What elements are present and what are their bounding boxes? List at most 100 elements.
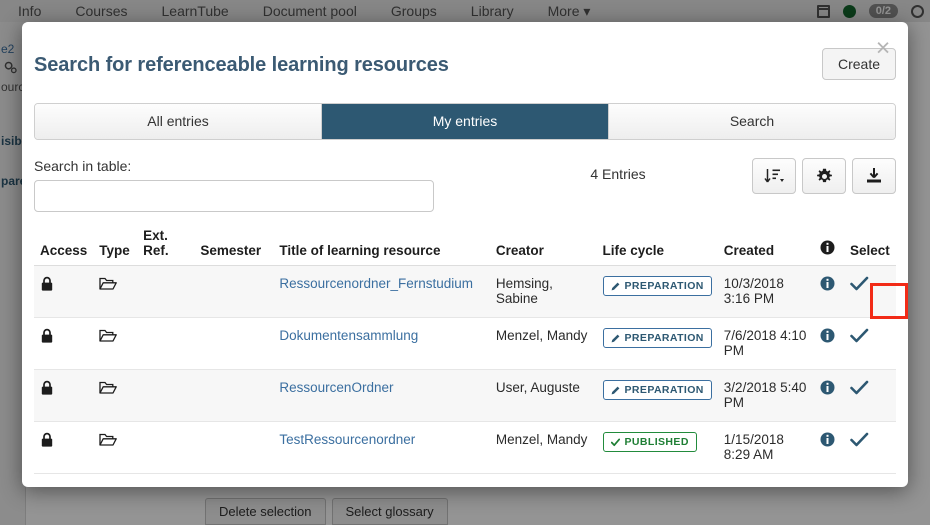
cell-select[interactable] (843, 265, 896, 318)
pencil-icon (611, 282, 619, 290)
info-button[interactable] (820, 432, 835, 450)
column-header-created[interactable]: Created (717, 228, 815, 266)
resource-link[interactable]: TestRessourcenordner (279, 432, 415, 447)
cell-title: RessourcenOrdner (273, 369, 490, 422)
status-badge: PREPARATION (602, 380, 712, 400)
status-badge-label: PREPARATION (624, 332, 704, 344)
lock-icon (41, 328, 53, 343)
folder-open-icon (99, 277, 118, 290)
lock-icon (41, 380, 53, 395)
cell-life-cycle: PREPARATION (596, 265, 718, 318)
column-header-info[interactable] (814, 228, 844, 266)
tab-search[interactable]: Search (609, 104, 895, 139)
cell-title: TestRessourcenordner (273, 421, 490, 474)
column-header-ext-ref[interactable]: Ext. Ref. (137, 228, 195, 266)
info-button[interactable] (820, 380, 835, 398)
cell-ext-ref (137, 265, 195, 318)
sort-button[interactable] (752, 158, 796, 194)
cell-semester (194, 369, 274, 422)
cell-creator: Menzel, Mandy (489, 421, 597, 474)
column-header-title[interactable]: Title of learning resource (273, 228, 490, 266)
select-button[interactable] (850, 276, 869, 295)
cell-title: Dokumentensammlung (273, 317, 490, 370)
page-title: Search for referenceable learning resour… (34, 54, 449, 76)
info-button[interactable] (820, 328, 835, 346)
download-button[interactable] (852, 158, 896, 194)
entries-count: 4 Entries (590, 166, 646, 182)
column-header-access[interactable]: Access (34, 228, 94, 266)
cell-ext-ref (137, 317, 195, 370)
check-small-icon (610, 437, 620, 446)
cell-info[interactable] (814, 265, 844, 318)
info-button[interactable] (820, 276, 835, 294)
status-badge-label: PREPARATION (624, 384, 704, 396)
table-row[interactable]: TestRessourcenordner Menzel, Mandy PUBLISH… (34, 421, 896, 474)
folder-open-icon (99, 329, 118, 342)
folder-open-icon (99, 433, 118, 446)
lock-icon (41, 276, 53, 291)
column-header-creator[interactable]: Creator (489, 228, 597, 266)
status-badge: PREPARATION (602, 328, 712, 348)
sort-icon (763, 169, 784, 183)
search-input[interactable] (34, 180, 434, 212)
search-box: Search in table: (34, 158, 434, 212)
select-button[interactable] (850, 380, 869, 399)
select-button[interactable] (850, 328, 869, 347)
cell-access (34, 265, 94, 318)
column-header-ext-ref-line1: Ext. (143, 228, 168, 243)
download-icon (867, 168, 881, 183)
cell-semester (194, 317, 274, 370)
table-row[interactable]: Dokumentensammlung Menzel, Mandy PREPARATI… (34, 317, 896, 370)
tab-all-entries[interactable]: All entries (35, 104, 322, 139)
entries-tab-group: All entries My entries Search (34, 103, 896, 140)
column-header-life-cycle[interactable]: Life cycle (596, 228, 718, 266)
info-icon (820, 432, 835, 447)
table-toolbar: Search in table: 4 Entries (34, 158, 896, 212)
cell-created: 7/6/2018 4:10 PM (717, 317, 815, 370)
column-header-semester[interactable]: Semester (194, 228, 274, 266)
cell-life-cycle: PUBLISHED (596, 421, 718, 474)
info-icon (820, 276, 835, 291)
table-row[interactable]: RessourcenOrdner User, Auguste PREPARATION… (34, 369, 896, 422)
table-row[interactable]: Ressourcenordner_Fernstudium Hemsing, Sab… (34, 265, 896, 318)
settings-button[interactable] (802, 158, 846, 194)
modal-header: Search for referenceable learning resour… (34, 48, 896, 80)
cell-info[interactable] (814, 421, 844, 474)
folder-open-icon (99, 381, 118, 394)
cell-semester (194, 421, 274, 474)
status-badge-label: PUBLISHED (624, 436, 689, 448)
column-header-select[interactable]: Select (843, 228, 896, 266)
resource-link[interactable]: Dokumentensammlung (279, 328, 418, 343)
cell-life-cycle: PREPARATION (596, 317, 718, 370)
cell-info[interactable] (814, 317, 844, 370)
select-button[interactable] (850, 432, 869, 451)
close-icon[interactable]: × (870, 36, 896, 62)
check-icon (850, 276, 869, 291)
info-icon (820, 240, 835, 255)
search-resources-modal: × Search for referenceable learning reso… (22, 22, 908, 487)
table-body: Ressourcenordner_Fernstudium Hemsing, Sab… (34, 265, 896, 474)
check-icon (850, 380, 869, 395)
learning-resources-table: Access Type Ext. Ref. Semester Title of … (34, 228, 896, 474)
cell-created: 1/15/2018 8:29 AM (717, 421, 815, 474)
cell-select[interactable] (843, 317, 896, 370)
resource-link[interactable]: Ressourcenordner_Fernstudium (279, 276, 473, 291)
tab-my-entries[interactable]: My entries (322, 104, 609, 139)
cell-select[interactable] (843, 421, 896, 474)
gear-icon (816, 168, 832, 182)
cell-creator: Hemsing, Sabine (489, 265, 597, 318)
resource-link[interactable]: RessourcenOrdner (279, 380, 393, 395)
cell-created: 10/3/2018 3:16 PM (717, 265, 815, 318)
cell-info[interactable] (814, 369, 844, 422)
search-input-label: Search in table: (34, 158, 132, 174)
column-header-ext-ref-line2: Ref. (143, 243, 169, 258)
lock-icon (41, 432, 53, 447)
column-header-type[interactable]: Type (93, 228, 138, 266)
cell-type (93, 421, 138, 474)
info-icon (820, 328, 835, 343)
cell-life-cycle: PREPARATION (596, 369, 718, 422)
toolbar-buttons (752, 158, 896, 194)
cell-select[interactable] (843, 369, 896, 422)
status-badge: PREPARATION (602, 276, 712, 296)
info-icon (820, 380, 835, 395)
